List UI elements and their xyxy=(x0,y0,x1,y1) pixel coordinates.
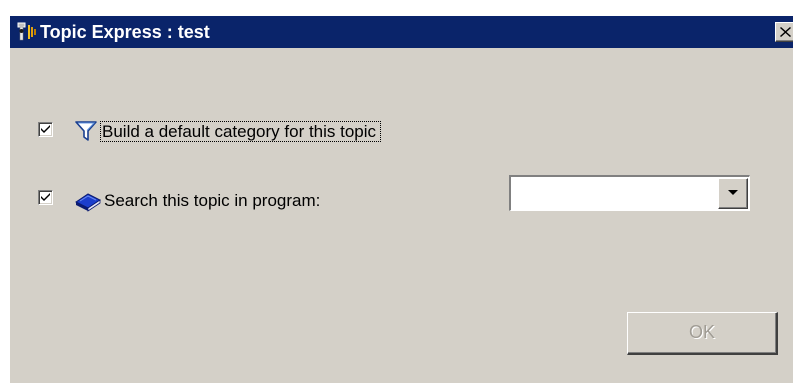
build-category-checkbox[interactable] xyxy=(38,122,53,137)
search-program-label: Search this topic in program: xyxy=(104,191,321,210)
window-title: Topic Express : test xyxy=(40,22,210,42)
chevron-down-icon xyxy=(728,190,738,195)
funnel-icon xyxy=(74,120,98,142)
topic-express-icon xyxy=(16,21,38,43)
checkmark-icon xyxy=(41,125,50,133)
close-button[interactable] xyxy=(775,22,793,42)
checkmark-icon xyxy=(41,193,50,201)
search-program-checkbox[interactable] xyxy=(38,190,53,205)
topic-express-dialog: Topic Express : test Build a default cat… xyxy=(9,15,793,383)
program-select-dropdown-button[interactable] xyxy=(718,178,748,209)
book-icon xyxy=(74,188,101,212)
ok-button[interactable]: OK xyxy=(627,312,778,355)
build-category-label: Build a default category for this topic xyxy=(100,121,382,142)
title-bar[interactable]: Topic Express : test xyxy=(10,16,793,48)
close-icon xyxy=(780,27,791,37)
program-select[interactable] xyxy=(509,175,750,211)
